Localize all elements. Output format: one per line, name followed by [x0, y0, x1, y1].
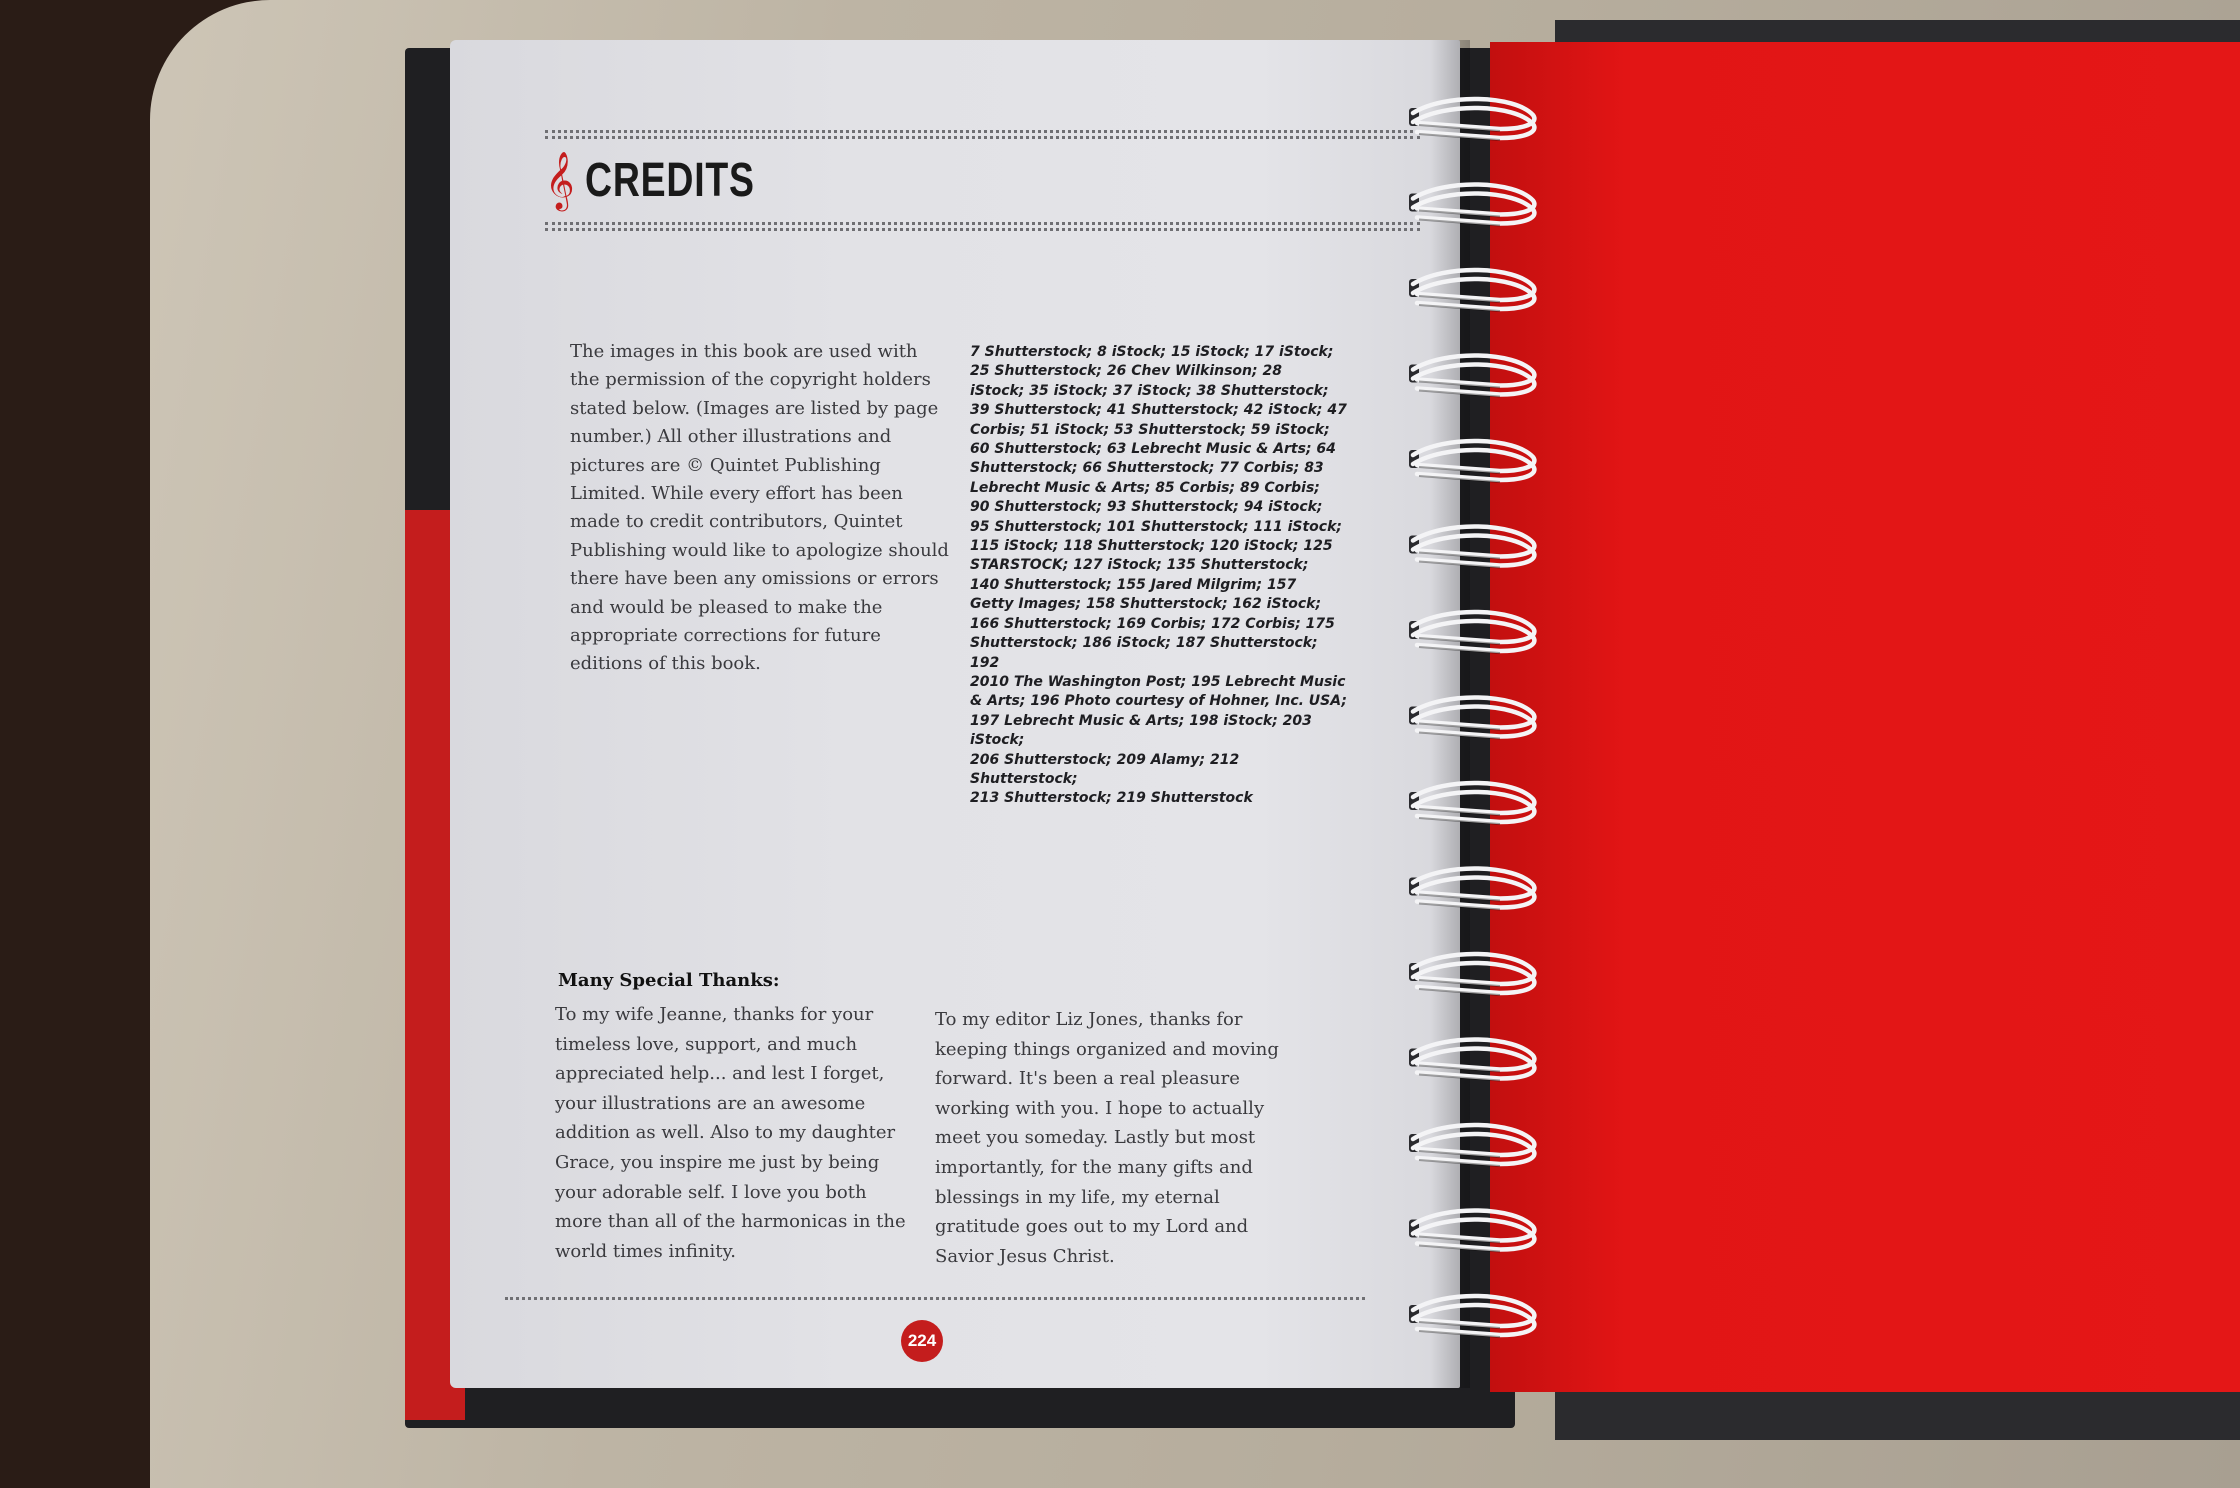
credits-line: iStock; 35 iStock; 37 iStock; 38 Shutter… [970, 382, 1329, 399]
credits-line: 2010 The Washington Post; 195 Lebrecht M… [970, 673, 1346, 690]
credits-line: 90 Shutterstock; 93 Shutterstock; 94 iSt… [970, 499, 1323, 516]
page-title: CREDITS [584, 153, 755, 207]
credits-line: 95 Shutterstock; 101 Shutterstock; 111 i… [970, 518, 1343, 535]
credits-line: 60 Shutterstock; 63 Lebrecht Music & Art… [970, 441, 1336, 458]
title-underline-2 [545, 228, 1420, 231]
credits-line: 213 Shutterstock; 219 Shutterstock [970, 790, 1253, 807]
credits-line: Shutterstock; 66 Shutterstock; 77 Corbis… [970, 460, 1324, 477]
title-underline [545, 222, 1420, 225]
thanks-heading: Many Special Thanks: [558, 970, 780, 991]
page-number-badge: 224 [901, 1320, 943, 1362]
credits-line: 140 Shutterstock; 155 Jared Milgrim; 157 [970, 576, 1297, 593]
credits-line: Corbis; 51 iStock; 53 Shutterstock; 59 i… [970, 421, 1330, 438]
right-red-cover [1490, 42, 2240, 1392]
credits-line: 25 Shutterstock; 26 Chev Wilkinson; 28 [970, 363, 1282, 380]
credits-line: 206 Shutterstock; 209 Alamy; 212 Shutter… [970, 751, 1240, 787]
credits-line: 166 Shutterstock; 169 Corbis; 172 Corbis… [970, 615, 1335, 632]
credits-line: STARSTOCK; 127 iStock; 135 Shutterstock; [970, 557, 1309, 574]
credits-line: Shutterstock; 186 iStock; 187 Shuttersto… [970, 635, 1318, 671]
credits-line: 197 Lebrecht Music & Arts; 198 iStock; 2… [970, 712, 1312, 749]
thanks-left-paragraph: To my wife Jeanne, thanks for your timel… [555, 1004, 906, 1262]
footer-rule [505, 1297, 1365, 1300]
top-rule [545, 130, 1420, 133]
credits-line: Getty Images; 158 Shutterstock; 162 iSto… [970, 596, 1322, 613]
credits-line: 39 Shutterstock; 41 Shutterstock; 42 iSt… [970, 402, 1347, 419]
credits-line: 7 Shutterstock; 8 iStock; 15 iStock; 17 … [970, 344, 1334, 360]
spiral-binding [1409, 96, 1537, 1338]
image-credits-list: 7 Shutterstock; 8 iStock; 15 iStock; 17 … [970, 343, 1350, 809]
intro-paragraph: The images in this book are used with th… [570, 341, 949, 675]
page-header: 𝄞 CREDITS [545, 150, 802, 210]
spiral-coils [1409, 96, 1537, 1338]
credits-line: & Arts; 196 Photo courtesy of Hohner, In… [970, 693, 1347, 710]
credits-line: Lebrecht Music & Arts; 85 Corbis; 89 Cor… [970, 479, 1320, 496]
treble-clef-icon: 𝄞 [545, 151, 575, 209]
top-rule-2 [545, 136, 1420, 139]
credits-line: 115 iStock; 118 Shutterstock; 120 iStock… [970, 538, 1333, 555]
thanks-right-paragraph: To my editor Liz Jones, thanks for keepi… [935, 1009, 1279, 1267]
